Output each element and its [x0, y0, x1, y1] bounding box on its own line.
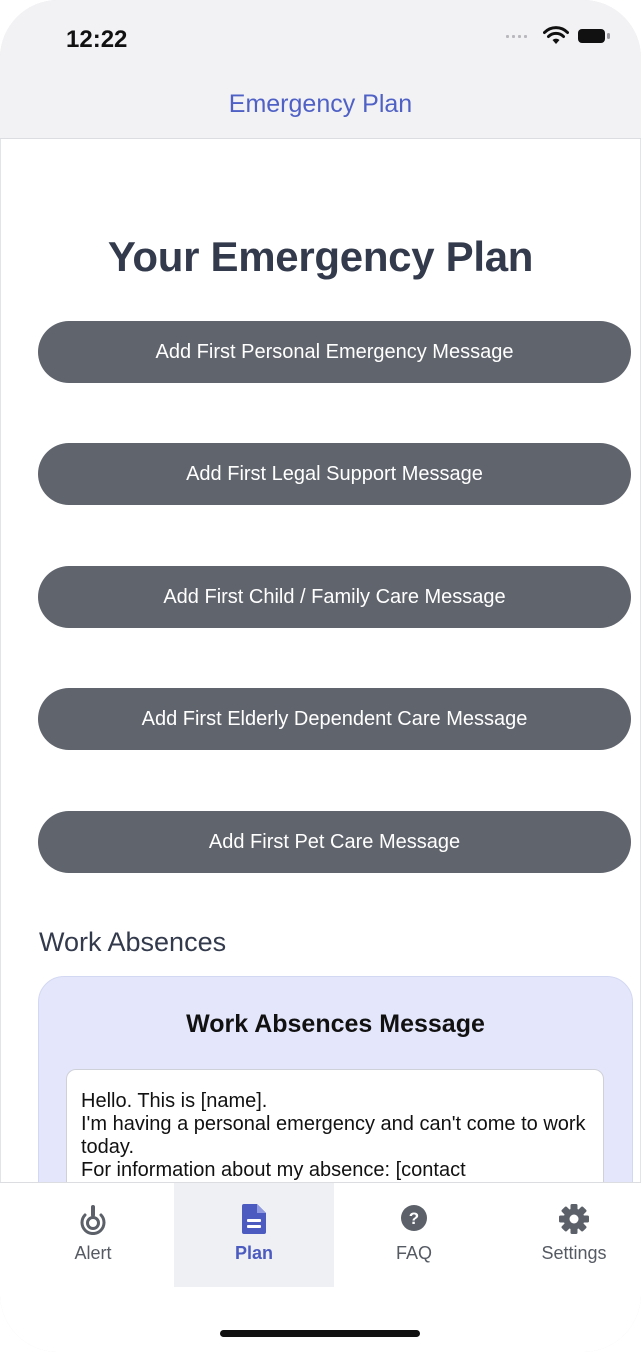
add-personal-emergency-message-button[interactable]: Add First Personal Emergency Message: [38, 321, 631, 383]
status-time: 12:22: [66, 26, 128, 53]
signal-dots-icon: [506, 34, 527, 38]
tab-alert-label: Alert: [74, 1243, 112, 1263]
tab-plan[interactable]: Plan: [174, 1183, 334, 1287]
tab-plan-label: Plan: [234, 1243, 273, 1263]
page-title: Your Emergency Plan: [107, 233, 534, 280]
home-indicator[interactable]: [220, 1330, 420, 1337]
question-icon: ?: [401, 1205, 427, 1231]
add-elderly-dependent-care-message-button[interactable]: Add First Elderly Dependent Care Message: [38, 688, 631, 750]
work-absences-card: Work Absences Message Hello. This is [na…: [38, 976, 633, 1182]
nav-title: Emergency Plan: [228, 90, 413, 118]
add-child-family-care-message-button[interactable]: Add First Child / Family Care Message: [38, 566, 631, 628]
phone-screen: 12:22 Emergency Plan Your Emergency Plan…: [0, 0, 641, 1352]
battery-icon: [578, 29, 610, 43]
add-pet-care-message-button[interactable]: Add First Pet Care Message: [38, 811, 631, 873]
work-absences-card-title: Work Absences Message: [186, 1010, 485, 1038]
status-icons: [506, 26, 611, 46]
tab-settings[interactable]: Settings: [494, 1183, 641, 1287]
wifi-icon: [543, 26, 569, 44]
work-absences-message-field[interactable]: Hello. This is [name]. I'm having a pers…: [66, 1069, 604, 1182]
tab-faq[interactable]: ? FAQ: [334, 1183, 494, 1287]
alert-icon: [80, 1205, 106, 1235]
tab-alert[interactable]: Alert: [13, 1183, 173, 1287]
tab-faq-label: FAQ: [395, 1243, 432, 1263]
tab-bar: Alert Plan ? FAQ Settings: [0, 1182, 641, 1352]
add-legal-support-message-button[interactable]: Add First Legal Support Message: [38, 443, 631, 505]
document-icon: [242, 1204, 266, 1234]
gear-icon: [559, 1204, 589, 1234]
plan-content[interactable]: Your Emergency Plan Add First Personal E…: [0, 139, 641, 1182]
work-absences-heading: Work Absences: [39, 927, 227, 957]
tab-settings-label: Settings: [541, 1243, 607, 1263]
header: 12:22 Emergency Plan: [0, 0, 641, 139]
svg-text:?: ?: [409, 1209, 419, 1228]
